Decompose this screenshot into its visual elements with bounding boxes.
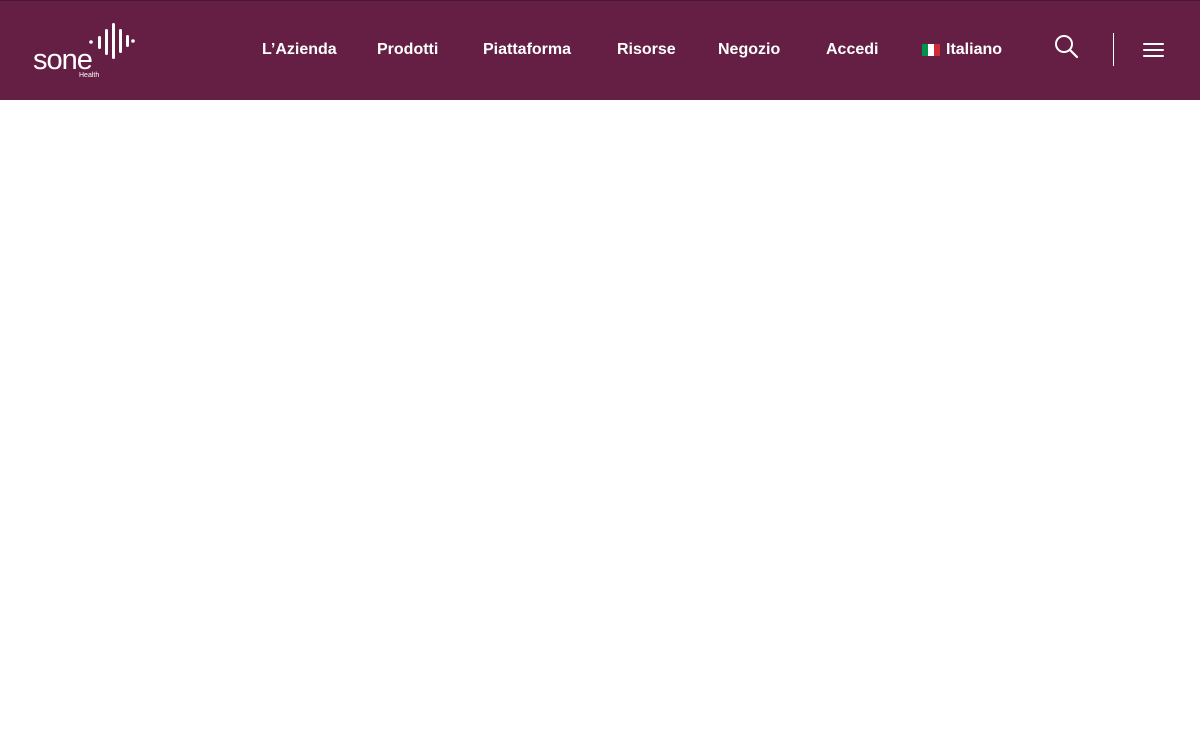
sone-health-logo[interactable]: sone Health bbox=[33, 21, 137, 81]
page-content bbox=[0, 100, 1200, 750]
language-label: Italiano bbox=[946, 41, 1003, 58]
italy-flag-icon bbox=[922, 44, 940, 56]
hamburger-menu-icon bbox=[1143, 43, 1164, 45]
search-icon bbox=[1055, 35, 1079, 59]
nav-item-risorse[interactable]: Risorse bbox=[617, 40, 676, 60]
language-selector[interactable]: Italiano bbox=[922, 40, 1002, 60]
nav-item-piattaforma[interactable]: Piattaforma bbox=[483, 40, 571, 60]
nav-item-azienda[interactable]: L’Azienda bbox=[262, 40, 337, 60]
nav-item-negozio[interactable]: Negozio bbox=[718, 40, 780, 60]
logo-subtitle: Health bbox=[79, 72, 100, 79]
nav-item-prodotti[interactable]: Prodotti bbox=[377, 40, 438, 60]
site-header: sone Health L’Azienda Prodotti Piattafor… bbox=[0, 0, 1200, 100]
logo-wordmark: sone bbox=[33, 44, 93, 76]
search-button[interactable] bbox=[1054, 34, 1080, 60]
nav-item-accedi[interactable]: Accedi bbox=[826, 40, 878, 60]
header-divider bbox=[1113, 33, 1114, 66]
sound-wave-logo-icon bbox=[89, 23, 135, 59]
hamburger-menu-button[interactable] bbox=[1143, 41, 1165, 59]
